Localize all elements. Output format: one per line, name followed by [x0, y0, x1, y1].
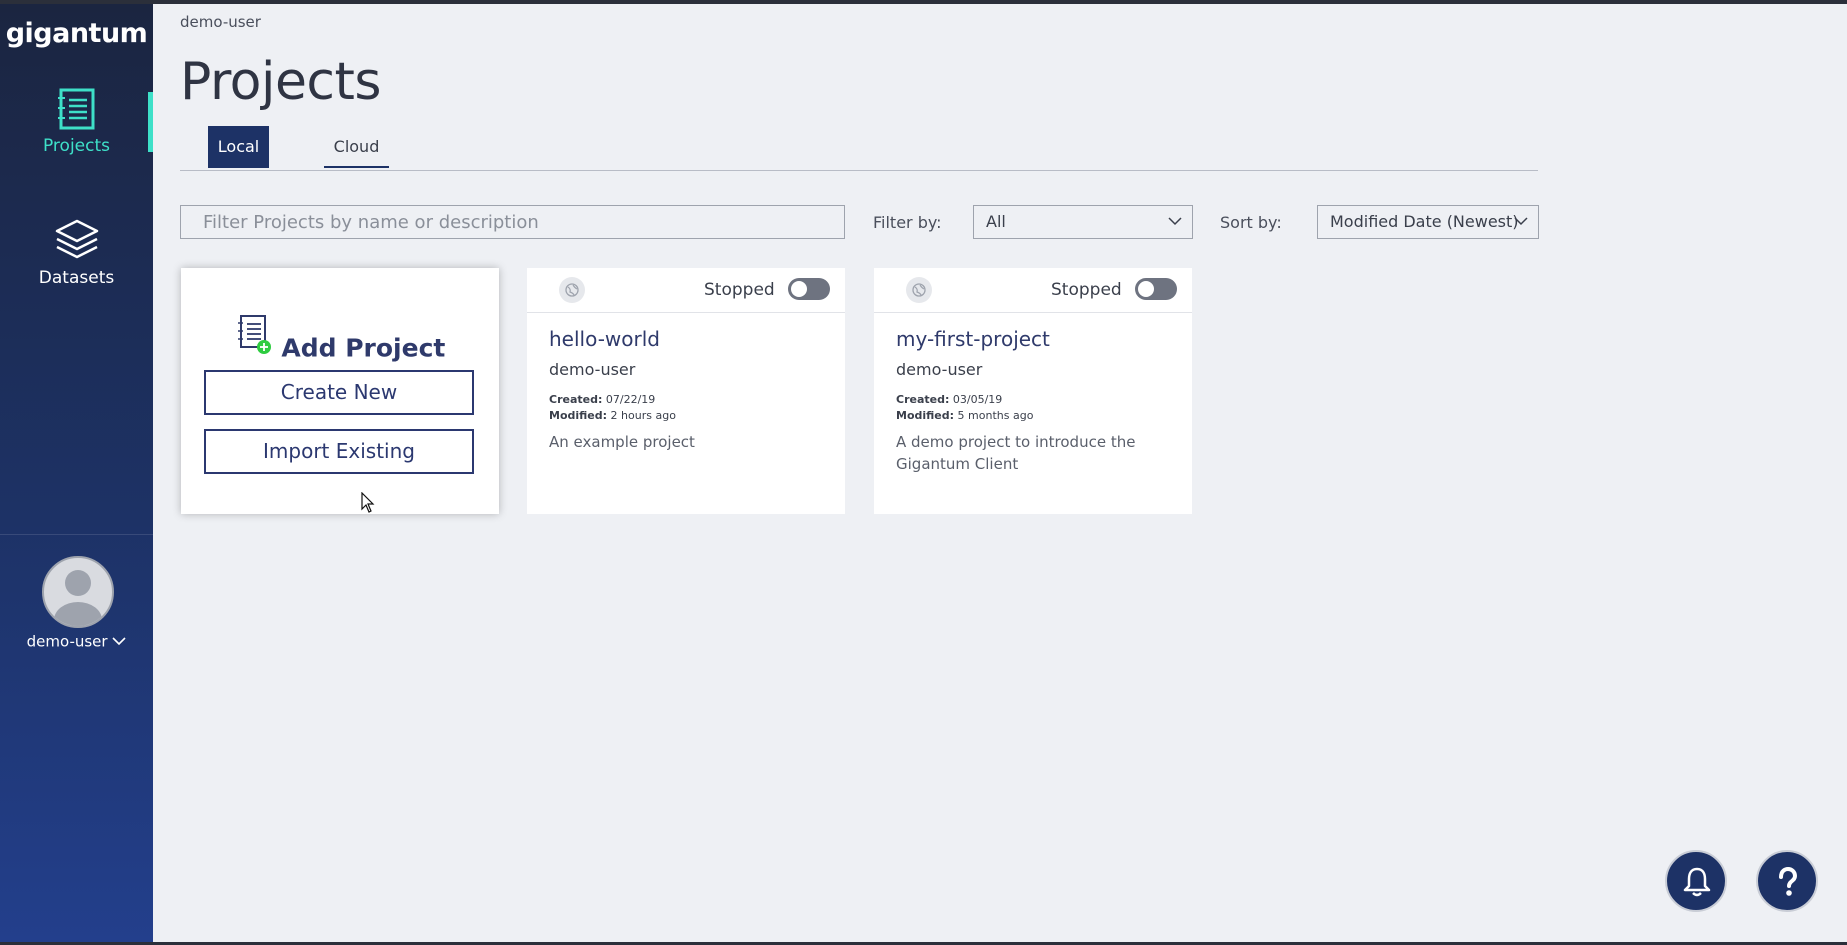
sidebar-divider [0, 534, 153, 535]
modified-value: 2 hours ago [610, 409, 676, 422]
help-button[interactable] [1756, 850, 1818, 912]
avatar-icon [54, 570, 102, 626]
filter-select[interactable]: All [973, 205, 1193, 239]
notebook-icon [57, 88, 94, 130]
modified-value: 5 months ago [957, 409, 1034, 422]
add-project-card: Add Project Create New Import Existing [181, 268, 499, 514]
add-notebook-icon [237, 315, 271, 354]
app-logo[interactable]: gigantum [0, 18, 153, 49]
sort-label: Sort by: [1220, 213, 1282, 232]
project-description: An example project [549, 433, 695, 451]
window-top-strip [0, 0, 1847, 4]
filter-select-value: All [986, 212, 1006, 231]
sidebar-item-label: Datasets [38, 268, 115, 288]
project-created: Created: 03/05/19 [896, 393, 1002, 406]
modified-label: Modified: [549, 409, 608, 422]
layers-icon [55, 219, 98, 259]
modified-label: Modified: [896, 409, 955, 422]
project-card-header: Stopped [874, 268, 1192, 313]
project-description: A demo project to introduce the Gigantum… [896, 433, 1136, 473]
project-owner: demo-user [896, 360, 983, 379]
created-value: 03/05/19 [952, 393, 1003, 406]
add-project-heading: Add Project [181, 313, 499, 363]
sidebar: gigantum Projects Datasets demo-user [0, 4, 153, 942]
sidebar-item-datasets[interactable]: Datasets [0, 218, 153, 288]
container-toggle[interactable] [788, 278, 830, 300]
project-card-my-first-project[interactable]: Stopped my-first-project demo-user Creat… [874, 268, 1192, 514]
project-card-header: Stopped [527, 268, 845, 313]
created-label: Created: [896, 393, 950, 406]
globe-icon [906, 277, 932, 303]
question-icon [1779, 866, 1798, 896]
mouse-cursor-icon [361, 492, 375, 513]
avatar[interactable] [42, 556, 114, 628]
project-modified: Modified: 5 months ago [896, 409, 1033, 422]
project-modified: Modified: 2 hours ago [549, 409, 676, 422]
user-name: demo-user [26, 632, 108, 651]
tab-cloud[interactable]: Cloud [324, 126, 389, 168]
user-menu[interactable]: demo-user [0, 632, 153, 651]
bell-icon [1683, 867, 1711, 897]
created-label: Created: [549, 393, 603, 406]
created-value: 07/22/19 [605, 393, 656, 406]
project-name[interactable]: my-first-project [896, 327, 1050, 351]
notifications-button[interactable] [1665, 850, 1727, 912]
sort-select-value: Modified Date (Newest) [1330, 212, 1519, 231]
breadcrumb[interactable]: demo-user [180, 13, 261, 31]
container-toggle[interactable] [1135, 278, 1177, 300]
sidebar-item-projects[interactable]: Projects [0, 88, 153, 156]
globe-icon [559, 277, 585, 303]
tab-bar: Local Cloud [180, 126, 1538, 171]
project-name[interactable]: hello-world [549, 327, 660, 351]
chevron-down-icon [1168, 217, 1182, 226]
search-input[interactable] [180, 205, 845, 239]
project-created: Created: 07/22/19 [549, 393, 655, 406]
chevron-down-icon [1514, 217, 1528, 226]
sort-select[interactable]: Modified Date (Newest) [1317, 205, 1539, 239]
chevron-down-icon [112, 637, 126, 646]
sidebar-item-label: Projects [42, 136, 111, 156]
import-existing-button[interactable]: Import Existing [204, 429, 474, 474]
project-owner: demo-user [549, 360, 636, 379]
status-label: Stopped [704, 280, 775, 300]
page-title: Projects [180, 52, 382, 112]
status-label: Stopped [1051, 280, 1122, 300]
project-card-hello-world[interactable]: Stopped hello-world demo-user Created: 0… [527, 268, 845, 514]
create-new-button[interactable]: Create New [204, 370, 474, 415]
filter-label: Filter by: [873, 213, 942, 232]
tab-local[interactable]: Local [208, 126, 269, 168]
add-project-title: Add Project [281, 333, 446, 363]
